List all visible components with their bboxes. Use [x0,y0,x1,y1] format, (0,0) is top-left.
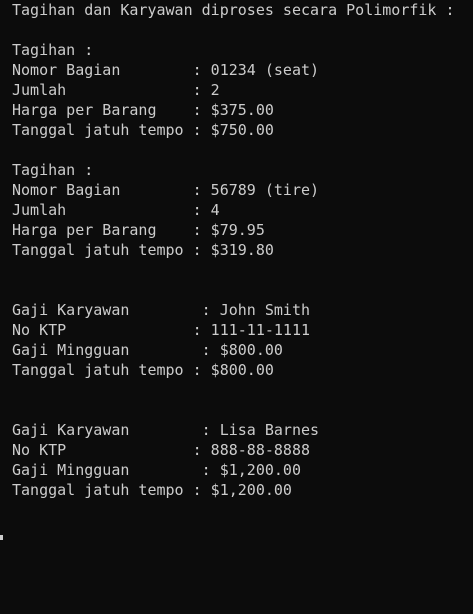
invoice-1-qty-line: Jumlah : 2 [12,81,220,99]
invoice-2-part-line: Nomor Bagian : 56789 (tire) [12,181,320,199]
console-window[interactable]: Tagihan dan Karyawan diproses secara Pol… [0,0,473,614]
employee-1-salary-line: Gaji Mingguan : $800.00 [12,341,283,359]
invoice-2-qty-line: Jumlah : 4 [12,201,220,219]
employee-2-salary-line: Gaji Mingguan : $1,200.00 [12,461,301,479]
invoice-1-part-line: Nomor Bagian : 01234 (seat) [12,61,320,79]
employee-1-due-line: Tanggal jatuh tempo : $800.00 [12,361,274,379]
invoice-1-due-line: Tanggal jatuh tempo : $750.00 [12,121,274,139]
invoice-2-header: Tagihan : [12,161,94,179]
employee-2-due-line: Tanggal jatuh tempo : $1,200.00 [12,481,292,499]
text-cursor [0,535,3,540]
invoice-1-price-line: Harga per Barang : $375.00 [12,101,274,119]
invoice-1-header: Tagihan : [12,41,94,59]
employee-1-name-line: Gaji Karyawan : John Smith [12,301,311,319]
employee-2-name-line: Gaji Karyawan : Lisa Barnes [12,421,320,439]
invoice-2-due-line: Tanggal jatuh tempo : $319.80 [12,241,274,259]
employee-1-ktp-line: No KTP : 111-11-1111 [12,321,311,339]
employee-2-ktp-line: No KTP : 888-88-8888 [12,441,311,459]
title-line: Tagihan dan Karyawan diproses secara Pol… [12,1,455,19]
invoice-2-price-line: Harga per Barang : $79.95 [12,221,265,239]
